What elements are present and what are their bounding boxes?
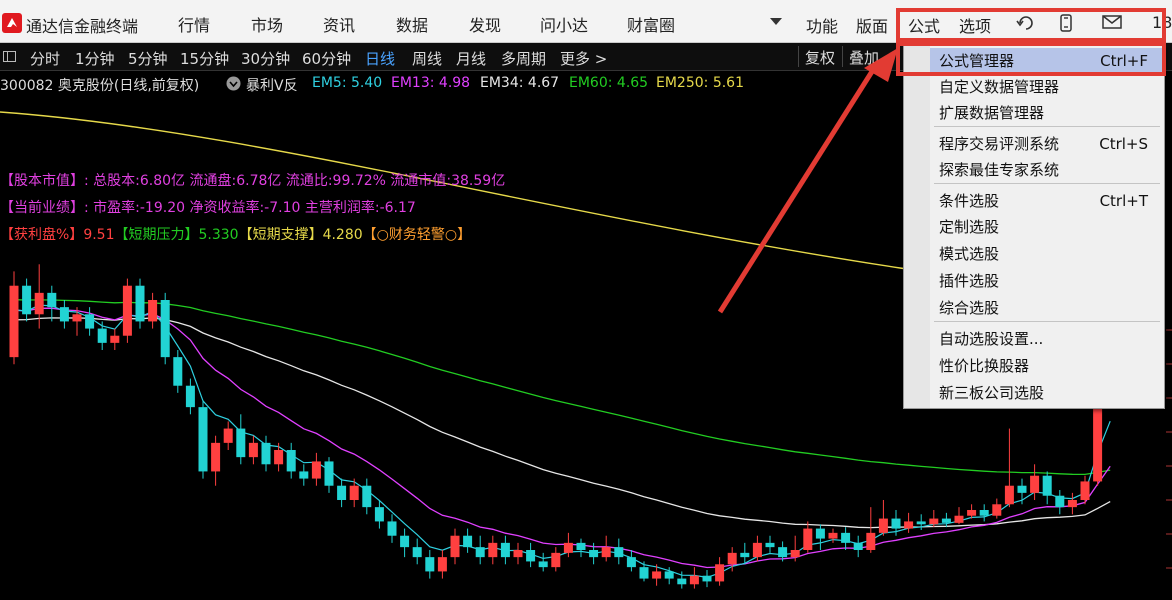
- menu-item-9[interactable]: 综合选股: [930, 295, 1162, 321]
- menu-item-8[interactable]: 插件选股: [930, 268, 1162, 294]
- menu-item-label: 综合选股: [939, 299, 1000, 317]
- menu-item-label: 自动选股设置...: [939, 330, 1044, 348]
- menu-item-label: 插件选股: [939, 272, 1000, 290]
- menu-separator: [934, 126, 1160, 127]
- menu-item-3[interactable]: 程序交易评测系统 Ctrl+S: [930, 131, 1162, 157]
- menu-item-label: 扩展数据管理器: [939, 104, 1045, 122]
- menu-item-label: 自定义数据管理器: [939, 78, 1060, 96]
- menu-item-label: 定制选股: [939, 218, 1000, 236]
- menu-item-label: 探索最佳专家系统: [939, 161, 1060, 179]
- menu-item-7[interactable]: 模式选股: [930, 241, 1162, 267]
- highlight-box-item: [896, 42, 1166, 76]
- menu-item-6[interactable]: 定制选股: [930, 214, 1162, 240]
- menu-item-11[interactable]: 性价比换股器: [930, 353, 1162, 379]
- menu-item-1[interactable]: 自定义数据管理器: [930, 74, 1162, 100]
- menu-item-label: 性价比换股器: [939, 357, 1030, 375]
- menu-item-label: 新三板公司选股: [939, 384, 1045, 402]
- formula-dropdown-menu: 公式管理器 Ctrl+F 自定义数据管理器 扩展数据管理器 程序交易评测系统 Ctrl+S…: [903, 45, 1165, 409]
- menu-item-shortcut: Ctrl+S: [1099, 135, 1148, 153]
- menu-item-label: 模式选股: [939, 245, 1000, 263]
- menu-separator: [934, 321, 1160, 322]
- highlight-box-menu: [896, 8, 1166, 42]
- menu-item-shortcut: Ctrl+T: [1099, 192, 1148, 210]
- menu-item-label: 条件选股: [939, 192, 1000, 210]
- menu-item-2[interactable]: 扩展数据管理器: [930, 100, 1162, 126]
- menu-item-12[interactable]: 新三板公司选股: [930, 380, 1162, 406]
- menu-item-10[interactable]: 自动选股设置...: [930, 326, 1162, 352]
- menu-item-label: 程序交易评测系统: [939, 135, 1060, 153]
- menu-icon-strip: [904, 46, 930, 408]
- menu-separator: [934, 183, 1160, 184]
- menu-item-4[interactable]: 探索最佳专家系统: [930, 157, 1162, 183]
- menu-item-5[interactable]: 条件选股 Ctrl+T: [930, 188, 1162, 214]
